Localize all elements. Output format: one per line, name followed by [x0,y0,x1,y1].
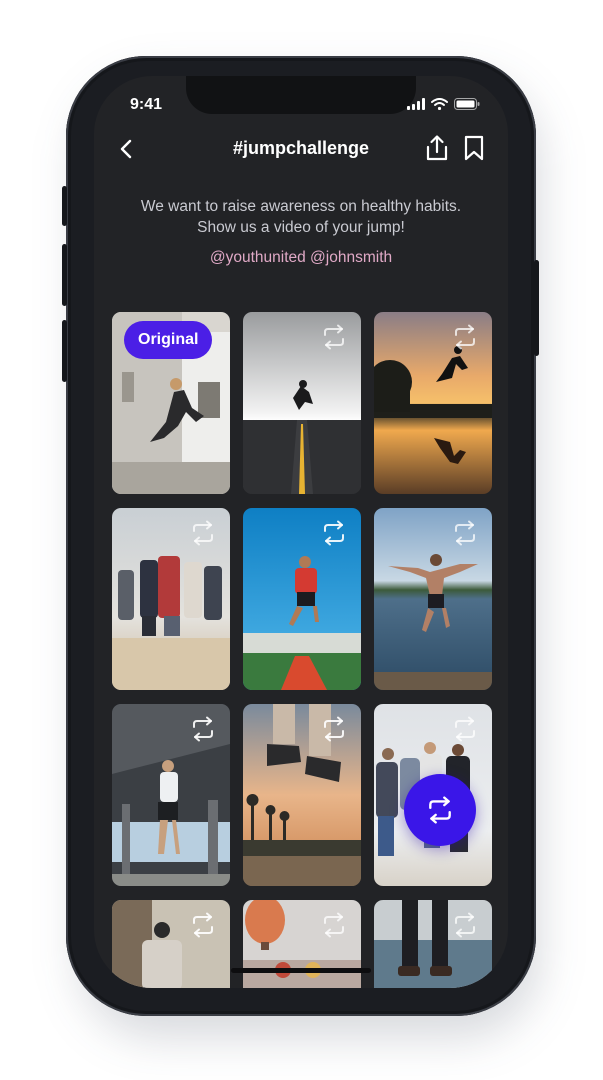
video-tile[interactable] [112,900,230,988]
video-tile[interactable] [112,508,230,690]
status-icons [407,98,480,110]
app-screen: 9:41 #jumpchallenge We want to raise awa… [94,76,508,988]
signal-icon [407,98,425,110]
challenge-description: We want to raise awareness on healthy ha… [104,196,498,238]
status-time: 9:41 [130,96,163,113]
share-icon [426,135,448,161]
share-button[interactable] [424,134,450,162]
description-line: Show us a video of your jump! [197,219,405,236]
repost-fab-button[interactable] [404,774,476,846]
video-tile[interactable]: Original [112,312,230,494]
original-badge: Original [124,321,213,359]
repost-icon[interactable] [452,716,478,742]
phone-side-button [62,320,67,382]
mentions[interactable]: @youthunited @johnsmith [94,249,508,267]
video-tile[interactable] [243,312,361,494]
repost-icon[interactable] [452,912,478,938]
phone-side-button [62,186,67,226]
repost-icon[interactable] [190,716,216,742]
repost-icon[interactable] [190,912,216,938]
top-bar: #jumpchallenge [94,134,508,164]
repost-icon[interactable] [452,520,478,546]
repost-icon[interactable] [321,912,347,938]
repost-icon[interactable] [321,520,347,546]
video-tile[interactable] [243,900,361,988]
video-tile[interactable] [374,312,492,494]
video-tile[interactable] [243,704,361,886]
home-indicator [231,968,371,973]
repost-icon[interactable] [321,716,347,742]
bookmark-button[interactable] [462,134,486,162]
repost-icon[interactable] [321,324,347,350]
phone-side-button [534,260,539,356]
video-tile[interactable] [243,508,361,690]
description-line: We want to raise awareness on healthy ha… [140,198,462,215]
repost-icon [429,796,451,824]
video-tile[interactable] [374,900,492,988]
video-tile[interactable] [374,508,492,690]
video-tile[interactable] [112,704,230,886]
bookmark-icon [464,135,484,161]
wifi-icon [431,98,448,110]
notch [186,76,416,114]
phone-side-button [62,244,67,306]
repost-icon[interactable] [190,520,216,546]
battery-icon [454,98,480,110]
repost-icon[interactable] [452,324,478,350]
